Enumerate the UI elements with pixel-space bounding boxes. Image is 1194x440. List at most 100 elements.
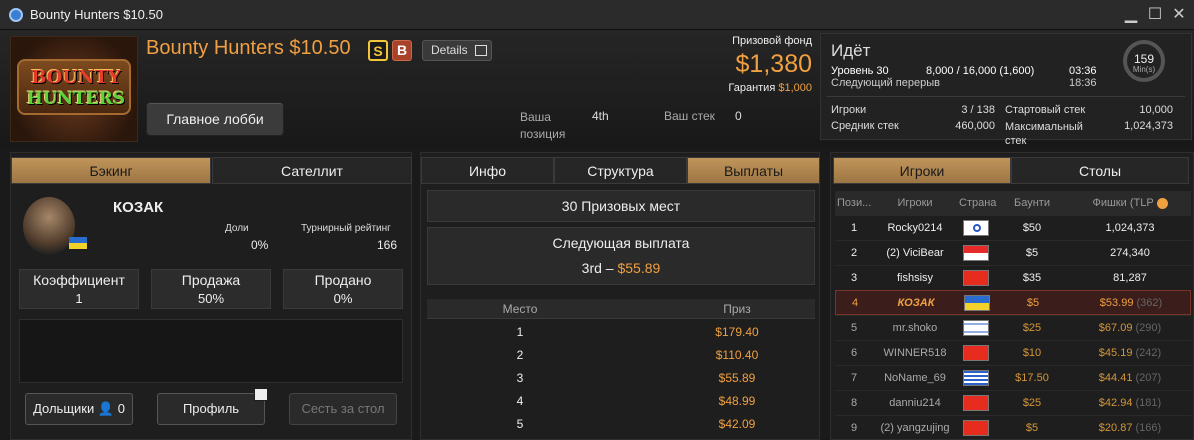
bounty-column-header[interactable]: Баунти <box>997 191 1067 215</box>
blinds-value: 8,000 / 16,000 (1,600) <box>926 65 1035 77</box>
players-panel: Игроки Столы Пози... Игроки Страна Баунт… <box>830 152 1194 440</box>
backing-list-area <box>19 319 403 383</box>
sale-box: Продажа 50% <box>151 269 271 309</box>
next-payout-box: Следующая выплата 3rd – $55.89 <box>427 227 815 285</box>
singapore-flag-icon <box>963 245 989 261</box>
avatar <box>23 197 75 255</box>
main-lobby-button[interactable]: Главное лобби <box>146 102 284 136</box>
table-row[interactable]: 6 WINNER518 $10 $45.19 (242) <box>835 340 1191 365</box>
table-row[interactable]: 7 NoName_69 $17.50 $44.41 (207) <box>835 365 1191 390</box>
table-row: 3 $55.89 <box>516 371 756 385</box>
guarantee: Гарантия $1,000 <box>680 82 812 94</box>
tab-payouts[interactable]: Выплаты <box>687 157 820 184</box>
players-table-header: Пози... Игроки Страна Баунти Фишки (TLP <box>835 191 1191 215</box>
china-flag-icon <box>963 420 989 436</box>
prize-column-header: Приз <box>723 302 751 316</box>
table-row[interactable]: 1 Rocky0214 $50 1,024,373 <box>835 215 1191 240</box>
divider <box>827 96 1185 97</box>
stack-value: 0 <box>735 109 742 123</box>
level-time: 03:36 <box>1069 65 1097 77</box>
china-flag-icon <box>963 395 989 411</box>
table-row[interactable]: 8 danniu214 $25 $42.94 (181) <box>835 390 1191 415</box>
avg-stack-value: 460,000 <box>955 120 995 132</box>
tab-satellite[interactable]: Сателлит <box>212 157 412 184</box>
profile-button[interactable]: Профиль <box>157 388 268 425</box>
minimize-button[interactable]: ▁ <box>1118 4 1144 26</box>
table-row: 5 $42.09 <box>516 417 756 431</box>
tab-players[interactable]: Игроки <box>833 157 1011 184</box>
sale-value: 50% <box>197 291 225 306</box>
payouts-panel: Инфо Структура Выплаты 30 Призовых мест … <box>420 152 820 440</box>
tournament-logo: BOUNTY HUNTERS <box>10 36 138 142</box>
players-label: Игроки <box>831 104 867 116</box>
position-value: 4th <box>592 109 609 123</box>
external-link-icon <box>475 45 487 56</box>
tab-structure[interactable]: Структура <box>554 157 687 184</box>
maximize-button[interactable]: ☐ <box>1142 4 1168 26</box>
start-stack-label: Стартовый стек <box>1005 104 1086 116</box>
taiwan-flag-icon <box>963 220 989 236</box>
guarantee-label: Гарантия <box>728 82 776 94</box>
details-button[interactable]: Details <box>422 40 492 61</box>
tab-tables[interactable]: Столы <box>1011 157 1189 184</box>
backing-panel: Бэкинг Сателлит КОЗАК Доли 0% Турнирный … <box>10 152 412 440</box>
israel-flag-icon <box>963 320 989 336</box>
window-title: Bounty Hunters $10.50 <box>30 7 163 22</box>
table-row-current-player[interactable]: 4 КОЗАК $5 $53.99 (362) <box>835 290 1191 315</box>
table-row: 1 $179.40 <box>516 325 759 339</box>
max-stack-label: Максимальный стек <box>1005 121 1083 147</box>
shareholders-button[interactable]: Дольщики 👤 0 <box>25 393 133 425</box>
shareholders-count: 0 <box>117 401 125 416</box>
table-row[interactable]: 3 fishsisy $35 81,287 <box>835 265 1191 290</box>
avg-stack-label: Средник стек <box>831 120 899 132</box>
rating-value: 166 <box>377 238 398 252</box>
greece-flag-icon <box>963 370 989 386</box>
clock-value: 159 <box>1133 52 1155 66</box>
max-stack-value: 1,024,373 <box>1124 120 1173 132</box>
china-flag-icon <box>963 270 989 286</box>
guarantee-value: $1,000 <box>778 82 812 94</box>
tournament-name: Bounty Hunters $10.50 <box>146 37 351 59</box>
tournament-status-panel: Идёт Уровень 30 8,000 / 16,000 (1,600) 0… <box>820 33 1192 147</box>
app-icon <box>9 8 23 22</box>
take-seat-button[interactable]: Сесть за стол <box>289 393 397 425</box>
profile-label: Профиль <box>182 401 240 416</box>
sale-label: Продажа <box>181 272 241 288</box>
china-flag-icon <box>963 345 989 361</box>
next-break-time: 18:36 <box>1069 77 1097 89</box>
clock-unit: Min(s) <box>1132 65 1156 74</box>
tab-backing[interactable]: Бэкинг <box>11 157 211 184</box>
close-button[interactable]: ✕ <box>1166 4 1192 26</box>
shares-label: Доли <box>225 223 249 234</box>
person-icon: 👤 <box>97 401 115 416</box>
tournament-state: Идёт <box>831 41 871 60</box>
sold-label: Продано <box>314 272 372 288</box>
stack-label: Ваш стек <box>664 109 715 123</box>
table-row[interactable]: 2 (2) ViciBear $5 274,340 <box>835 240 1191 265</box>
players-column-header[interactable]: Игроки <box>873 191 957 215</box>
title-bar: Bounty Hunters $10.50 ▁ ☐ ✕ <box>0 0 1194 30</box>
payouts-table-header: Место Приз <box>427 299 815 319</box>
position-column-header[interactable]: Пози... <box>837 191 871 215</box>
table-row[interactable]: 5 mr.shoko $25 $67.09 (290) <box>835 315 1191 340</box>
info-icon <box>1156 197 1168 209</box>
prize-pool-label: Призовой фонд <box>732 35 812 47</box>
chips-column-header[interactable]: Фишки (TLP <box>1073 191 1187 215</box>
level-label: Уровень 30 <box>831 65 889 77</box>
tab-info[interactable]: Инфо <box>421 157 554 184</box>
shares-value: 0% <box>251 238 269 252</box>
position-label: Ваша позиция <box>520 110 566 141</box>
details-label: Details <box>431 43 468 57</box>
next-payout-value: 3rd – $55.89 <box>581 260 661 276</box>
country-column-header[interactable]: Страна <box>959 191 996 215</box>
table-row[interactable]: 9 (2) yangzujing $5 $20.87 (166) <box>835 415 1191 440</box>
coefficient-box: Коэффициент 1 <box>19 269 139 309</box>
table-row: 2 $110.40 <box>516 348 759 362</box>
players-value: 3 / 138 <box>961 104 995 116</box>
table-row: 4 $48.99 <box>516 394 756 408</box>
shareholders-label: Дольщики <box>33 401 95 416</box>
clock-icon: 159 Min(s) <box>1123 40 1165 82</box>
s-badge: S <box>368 40 388 61</box>
prize-pool-value: $1,380 <box>735 50 812 78</box>
next-break-label: Следующий перерыв <box>831 77 940 89</box>
